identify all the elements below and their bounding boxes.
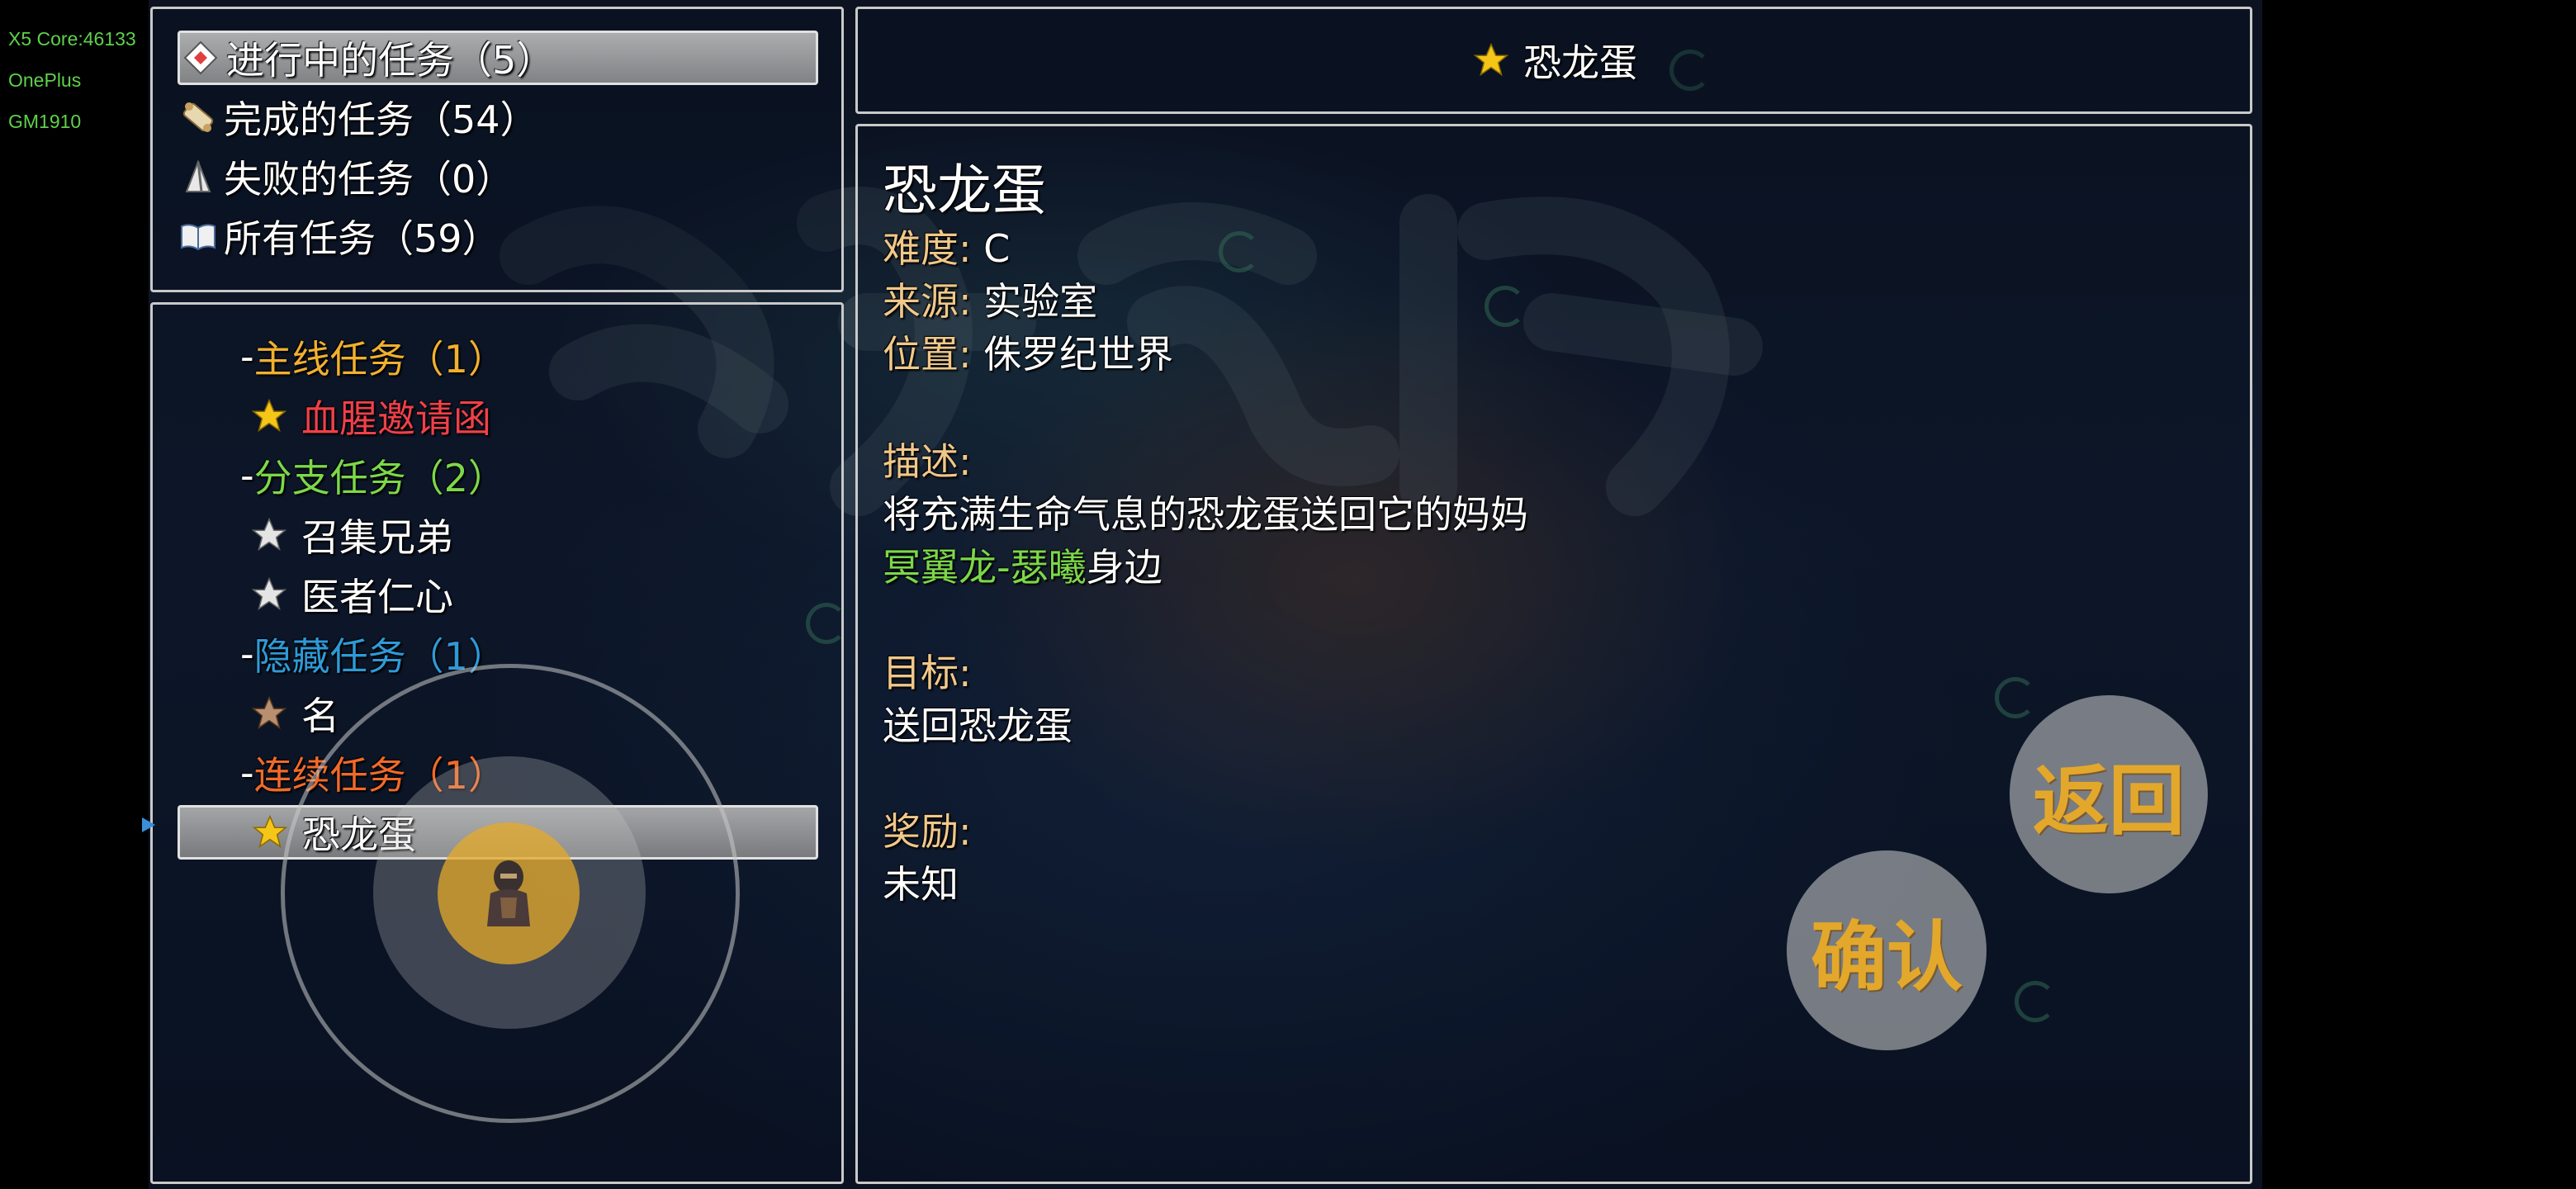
joystick-knob[interactable]: [438, 822, 580, 964]
reward-label: 奖励:: [883, 809, 972, 854]
bronze-star-icon: [249, 693, 290, 734]
description-line-2: 冥翼龙-瑟曦身边: [883, 538, 1163, 592]
description-npc-name: 冥翼龙-瑟曦: [883, 545, 1087, 590]
category-all[interactable]: 所有任务（59）: [178, 209, 500, 263]
category-in-progress[interactable]: 进行中的任务（5）: [178, 31, 818, 85]
category-failed[interactable]: 失败的任务（0）: [178, 149, 514, 204]
difficulty-label: 难度:: [883, 226, 972, 271]
book-icon: [178, 216, 219, 257]
quest-detail-panel: 恐龙蛋 难度: C 来源: 实验室 位置: 侏罗纪世界 描述: 将充满生命气息的…: [855, 124, 2252, 1184]
flag-icon: [178, 156, 219, 197]
quest-item[interactable]: 血腥邀请函: [249, 389, 491, 443]
category-completed[interactable]: 完成的任务（54）: [178, 90, 538, 144]
description-label: 描述:: [883, 439, 972, 484]
quest-label: 血腥邀请函: [301, 396, 491, 441]
category-label: 进行中的任务（5）: [226, 38, 555, 83]
scroll-icon: [178, 97, 219, 138]
silver-star-icon: [249, 514, 290, 556]
quest-item[interactable]: 名: [249, 686, 339, 741]
back-button[interactable]: 返回: [2010, 695, 2208, 893]
cursor-marker-icon: [142, 817, 155, 832]
group-label: 分支任务（2）: [253, 456, 506, 500]
location-value: 侏罗纪世界: [983, 332, 1174, 377]
category-label: 所有任务（59）: [224, 216, 500, 261]
quest-category-panel: 进行中的任务（5） 完成的任务（54） 失败的任务（0） 所有任务（59）: [150, 7, 844, 292]
detail-source: 来源: 实验室: [883, 272, 1097, 326]
debug-device-brand: OnePlus: [8, 69, 82, 91]
reward-value: 未知: [883, 862, 959, 907]
silver-star-icon: [249, 574, 290, 615]
header-title: 恐龙蛋: [858, 9, 2250, 111]
group-main[interactable]: - 主线任务（1）: [240, 329, 506, 384]
group-dash: -: [240, 632, 254, 676]
gold-star-icon: [249, 812, 291, 853]
group-label: 主线任务（1）: [253, 337, 506, 381]
category-label: 完成的任务（54）: [224, 97, 538, 142]
description-line-1: 将充满生命气息的恐龙蛋送回它的妈妈: [883, 492, 1528, 537]
detail-difficulty: 难度: C: [883, 219, 1010, 273]
difficulty-value: C: [983, 226, 1011, 271]
debug-overlay: X5 Core:46133 OnePlus GM1910: [8, 18, 136, 142]
gold-star-icon: [249, 396, 290, 437]
game-screen: X5 Core:46133 OnePlus GM1910 进行中的任务（5） 完…: [0, 0, 2576, 1189]
quest-item[interactable]: 医者仁心: [249, 567, 453, 622]
group-dash: -: [240, 334, 254, 379]
character-avatar-icon: [487, 860, 530, 926]
quest-label: 名: [301, 694, 339, 738]
quest-item[interactable]: 召集兄弟: [249, 508, 453, 562]
header-title-text: 恐龙蛋: [1523, 40, 1637, 85]
objective-value: 送回恐龙蛋: [883, 703, 1073, 748]
quest-label: 医者仁心: [301, 575, 453, 619]
source-label: 来源:: [883, 279, 972, 324]
group-dash: -: [240, 751, 254, 795]
confirm-button[interactable]: 确认: [1787, 850, 1986, 1050]
debug-core-version: X5 Core:46133: [8, 28, 136, 50]
gold-star-icon: [1470, 40, 1512, 81]
group-branch[interactable]: - 分支任务（2）: [240, 448, 506, 503]
description-line-2-rest: 身边: [1086, 545, 1163, 590]
debug-device-model: GM1910: [8, 111, 82, 132]
detail-location: 位置: 侏罗纪世界: [883, 324, 1173, 379]
objective-label: 目标:: [883, 651, 972, 695]
quest-header-panel: 恐龙蛋: [855, 7, 2252, 114]
detail-title: 恐龙蛋: [883, 159, 1046, 222]
group-dash: -: [240, 453, 254, 498]
quest-label: 召集兄弟: [301, 515, 453, 560]
letter-icon: [180, 37, 221, 78]
source-value: 实验室: [983, 279, 1098, 324]
location-label: 位置:: [883, 332, 972, 377]
category-label: 失败的任务（0）: [224, 157, 514, 201]
